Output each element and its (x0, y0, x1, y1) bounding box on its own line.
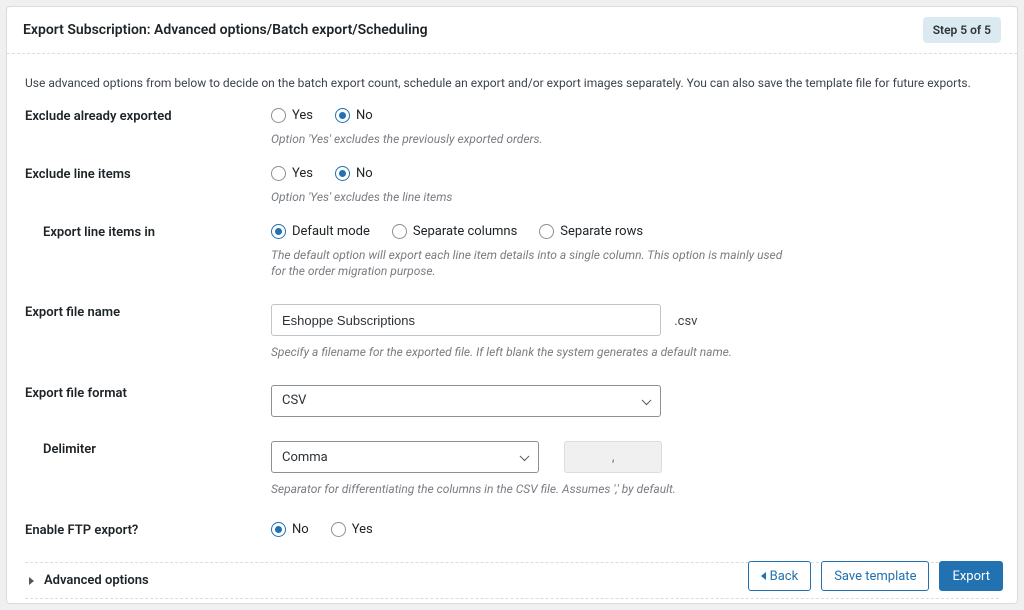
export-panel: Export Subscription: Advanced options/Ba… (6, 6, 1018, 604)
save-template-button[interactable]: Save template (821, 561, 929, 591)
radio-exclude-line-items-no[interactable]: No (335, 166, 373, 181)
label-enable-ftp: Enable FTP export? (25, 523, 138, 538)
hint-export-file-name: Specify a filename for the exported file… (271, 344, 791, 361)
chevron-left-icon (761, 572, 766, 580)
radio-icon (392, 224, 407, 239)
radio-line-items-cols[interactable]: Separate columns (392, 224, 517, 239)
select-value: CSV (282, 393, 306, 408)
radio-line-items-rows[interactable]: Separate rows (539, 224, 643, 239)
row-enable-ftp: Enable FTP export? No Yes (25, 522, 999, 538)
row-export-file-format: Export file format CSV (25, 385, 999, 417)
hint-delimiter: Separator for differentiating the column… (271, 481, 791, 498)
radio-ftp-yes[interactable]: Yes (331, 522, 373, 537)
label-export-line-items-in: Export line items in (43, 225, 155, 240)
hint-export-line-items-in: The default option will export each line… (271, 247, 791, 281)
radio-label: Yes (292, 108, 313, 123)
form-body: Exclude already exported Yes No Option '… (7, 108, 1017, 599)
radio-label: No (356, 166, 373, 181)
label-exclude-line-items: Exclude line items (25, 167, 131, 182)
radio-label: Default mode (292, 224, 370, 239)
back-button-label: Back (770, 569, 799, 584)
row-export-file-name: Export file name .csv Specify a filename… (25, 304, 999, 361)
hint-exclude-line-items: Option 'Yes' excludes the line items (271, 189, 791, 206)
radio-icon (539, 224, 554, 239)
radio-icon (271, 522, 286, 537)
radio-label: No (356, 108, 373, 123)
radio-exclude-exported-no[interactable]: No (335, 108, 373, 123)
footer-actions: Back Save template Export (748, 561, 1003, 591)
radio-icon (335, 108, 350, 123)
radio-ftp-no[interactable]: No (271, 522, 309, 537)
select-value: Comma (282, 450, 328, 465)
radio-icon (331, 522, 346, 537)
step-indicator: Step 5 of 5 (923, 17, 1001, 43)
caret-right-icon (29, 577, 34, 585)
radio-label: Separate rows (560, 224, 643, 239)
radio-label: Yes (352, 522, 373, 537)
label-export-file-format: Export file format (25, 386, 127, 401)
radio-exclude-exported-yes[interactable]: Yes (271, 108, 313, 123)
page-title: Export Subscription: Advanced options/Ba… (23, 22, 428, 38)
radio-icon (271, 108, 286, 123)
row-exclude-line-items: Exclude line items Yes No Option 'Yes' e… (25, 166, 999, 206)
row-delimiter: Delimiter Comma , Separator for differen… (25, 441, 999, 498)
export-button-label: Export (952, 569, 990, 584)
label-export-file-name: Export file name (25, 305, 120, 320)
row-export-line-items-in: Export line items in Default mode Separa… (25, 224, 999, 281)
export-file-name-input[interactable] (271, 304, 661, 336)
radio-exclude-line-items-yes[interactable]: Yes (271, 166, 313, 181)
delimiter-select[interactable]: Comma (271, 441, 539, 473)
radio-icon (271, 224, 286, 239)
radio-label: Separate columns (413, 224, 517, 239)
file-extension-label: .csv (674, 314, 697, 329)
radio-label: Yes (292, 166, 313, 181)
radio-line-items-default[interactable]: Default mode (271, 224, 370, 239)
radio-icon (271, 166, 286, 181)
radio-label: No (292, 522, 309, 537)
export-button[interactable]: Export (939, 561, 1003, 591)
back-button[interactable]: Back (748, 561, 812, 591)
advanced-options-label: Advanced options (44, 573, 149, 588)
export-file-format-select[interactable]: CSV (271, 385, 661, 417)
radio-icon (335, 166, 350, 181)
row-exclude-exported: Exclude already exported Yes No Option '… (25, 108, 999, 148)
label-exclude-exported: Exclude already exported (25, 109, 172, 124)
label-delimiter: Delimiter (43, 442, 96, 457)
save-template-label: Save template (834, 569, 916, 584)
delimiter-char-display: , (564, 441, 662, 473)
panel-header: Export Subscription: Advanced options/Ba… (7, 7, 1017, 54)
hint-exclude-exported: Option 'Yes' excludes the previously exp… (271, 131, 791, 148)
intro-text: Use advanced options from below to decid… (7, 54, 1017, 108)
